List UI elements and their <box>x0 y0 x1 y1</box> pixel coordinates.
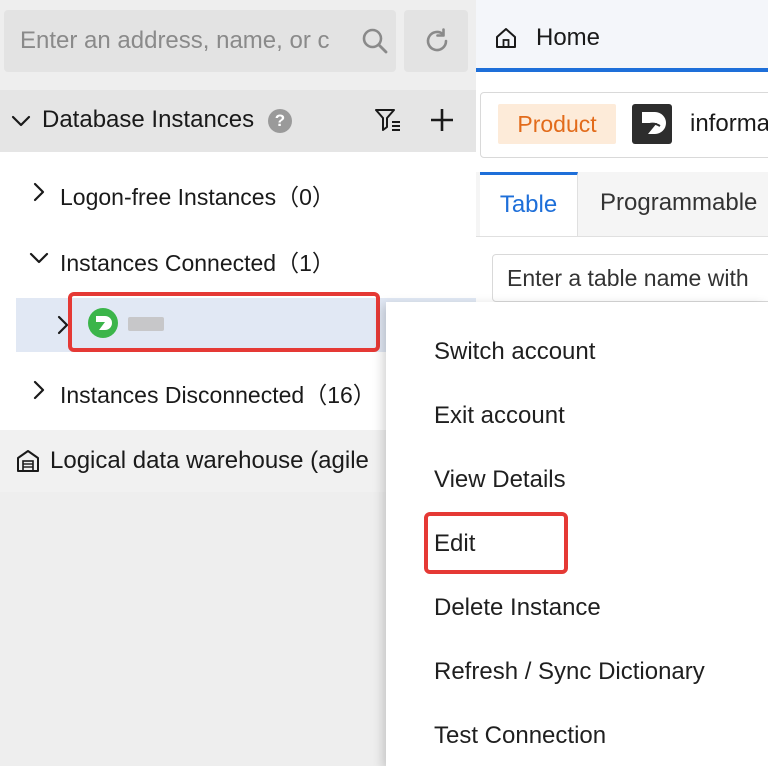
section-title: Database Instances <box>42 106 255 133</box>
tab-table[interactable]: Table <box>480 172 578 236</box>
database-logo-icon <box>632 104 672 144</box>
search-icon[interactable] <box>360 26 390 56</box>
tree-item-label: Instances Disconnected（16） <box>60 382 376 408</box>
tree-item-label: Instances Connected（1） <box>60 250 335 276</box>
help-icon[interactable]: ? <box>268 109 292 133</box>
tab-home[interactable] <box>476 0 768 72</box>
menu-item-delete-instance[interactable]: Delete Instance <box>434 594 601 622</box>
menu-item-switch-account[interactable]: Switch account <box>434 338 595 366</box>
instance-search-input[interactable] <box>4 10 344 72</box>
table-search-input[interactable] <box>492 254 768 302</box>
menu-item-test-connection[interactable]: Test Connection <box>434 722 606 750</box>
database-name[interactable]: informa <box>690 110 768 138</box>
add-instance-icon[interactable] <box>428 106 456 134</box>
instance-search-box <box>4 10 396 72</box>
environment-tag: Product <box>498 104 616 144</box>
tab-home-label: Home <box>536 24 601 51</box>
menu-item-exit-account[interactable]: Exit account <box>434 402 565 430</box>
menu-item-refresh-sync-dictionary[interactable]: Refresh / Sync Dictionary <box>434 658 705 686</box>
filter-icon[interactable] <box>374 107 402 135</box>
database-instances-header[interactable]: Database Instances <box>0 90 476 152</box>
chevron-down-icon[interactable] <box>10 110 32 132</box>
menu-item-view-details[interactable]: View Details <box>434 466 566 494</box>
refresh-icon <box>422 26 452 56</box>
home-icon <box>494 26 518 50</box>
warehouse-icon <box>16 449 40 473</box>
tab-programmable[interactable]: Programmable <box>600 189 757 217</box>
refresh-button[interactable] <box>404 10 468 72</box>
chevron-right-icon[interactable] <box>28 181 50 203</box>
highlight-box <box>424 512 568 574</box>
highlight-box <box>68 292 380 352</box>
chevron-right-icon[interactable] <box>28 379 50 401</box>
tree-item-label: Logon-free Instances（0） <box>60 184 335 210</box>
logical-data-warehouse-label: Logical data warehouse (agile <box>50 447 369 474</box>
chevron-down-icon[interactable] <box>28 247 50 269</box>
